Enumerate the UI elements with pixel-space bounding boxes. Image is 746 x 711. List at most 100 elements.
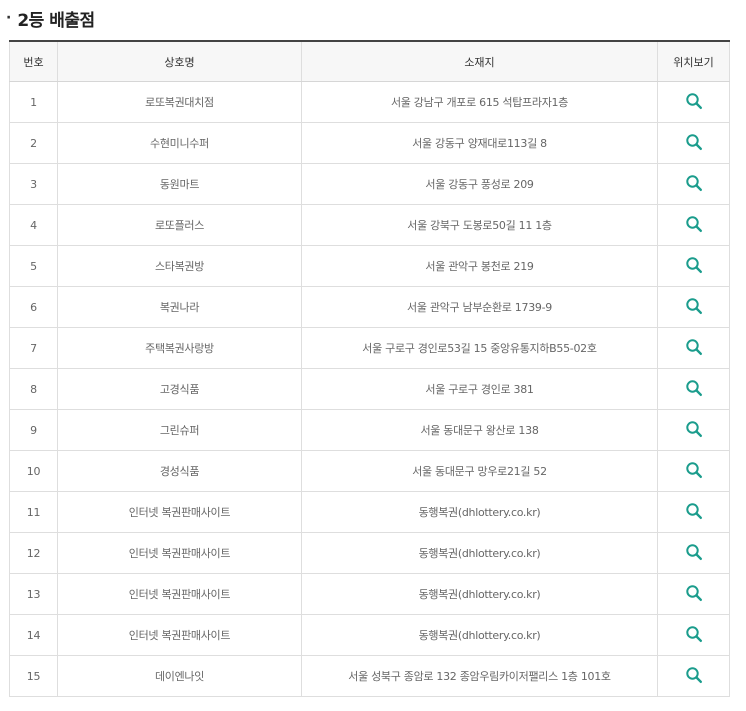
row-number: 7: [9, 327, 58, 369]
search-icon[interactable]: [685, 215, 703, 236]
store-address: 서울 강북구 도봉로50길 11 1층: [301, 204, 658, 246]
store-address: 서울 관악구 남부순환로 1739-9: [301, 286, 658, 328]
store-address: 서울 성북구 종암로 132 종암우림카이저팰리스 1층 101호: [301, 655, 658, 697]
store-address: 동행복권(dhlottery.co.kr): [301, 614, 658, 656]
table-row: 4 로또플러스 서울 강북구 도봉로50길 11 1층: [9, 204, 730, 246]
header-name: 상호명: [57, 40, 302, 82]
store-name: 스타복권방: [57, 245, 302, 287]
row-number: 9: [9, 409, 58, 451]
row-number: 6: [9, 286, 58, 328]
row-number: 3: [9, 163, 58, 205]
store-name: 로또복권대치점: [57, 81, 302, 123]
store-address: 서울 동대문구 망우로21길 52: [301, 450, 658, 492]
search-icon[interactable]: [685, 379, 703, 400]
search-icon[interactable]: [685, 461, 703, 482]
store-address: 서울 강동구 풍성로 209: [301, 163, 658, 205]
store-name: 복권나라: [57, 286, 302, 328]
location-cell: [657, 614, 730, 656]
location-cell: [657, 573, 730, 615]
store-name: 인터넷 복권판매사이트: [57, 532, 302, 574]
table-header-row: 번호 상호명 소재지 위치보기: [9, 40, 730, 82]
row-number: 4: [9, 204, 58, 246]
location-cell: [657, 286, 730, 328]
row-number: 5: [9, 245, 58, 287]
table-row: 2 수현미니수퍼 서울 강동구 양재대로113길 8: [9, 122, 730, 164]
heading-bullet: ·: [6, 10, 12, 26]
table-row: 7 주택복권사랑방 서울 구로구 경인로53길 15 중앙유통지하B55-02호: [9, 327, 730, 369]
search-icon[interactable]: [685, 543, 703, 564]
search-icon[interactable]: [685, 666, 703, 687]
store-name: 데이엔나잇: [57, 655, 302, 697]
store-address: 서울 구로구 경인로 381: [301, 368, 658, 410]
location-cell: [657, 368, 730, 410]
search-icon[interactable]: [685, 625, 703, 646]
store-name: 인터넷 복권판매사이트: [57, 614, 302, 656]
location-cell: [657, 409, 730, 451]
header-address: 소재지: [301, 40, 658, 82]
store-name: 수현미니수퍼: [57, 122, 302, 164]
search-icon[interactable]: [685, 420, 703, 441]
row-number: 8: [9, 368, 58, 410]
search-icon[interactable]: [685, 338, 703, 359]
location-cell: [657, 122, 730, 164]
table-row: 14 인터넷 복권판매사이트 동행복권(dhlottery.co.kr): [9, 614, 730, 656]
location-cell: [657, 450, 730, 492]
search-icon[interactable]: [685, 584, 703, 605]
table-row: 6 복권나라 서울 관악구 남부순환로 1739-9: [9, 286, 730, 328]
store-name: 주택복권사랑방: [57, 327, 302, 369]
table-row: 11 인터넷 복권판매사이트 동행복권(dhlottery.co.kr): [9, 491, 730, 533]
row-number: 11: [9, 491, 58, 533]
location-cell: [657, 491, 730, 533]
store-address: 서울 관악구 봉천로 219: [301, 245, 658, 287]
location-cell: [657, 327, 730, 369]
store-name: 그린슈퍼: [57, 409, 302, 451]
store-name: 인터넷 복권판매사이트: [57, 573, 302, 615]
store-address: 동행복권(dhlottery.co.kr): [301, 532, 658, 574]
table-row: 12 인터넷 복권판매사이트 동행복권(dhlottery.co.kr): [9, 532, 730, 574]
store-address: 동행복권(dhlottery.co.kr): [301, 491, 658, 533]
table-row: 1 로또복권대치점 서울 강남구 개포로 615 석탑프라자1층: [9, 81, 730, 123]
table-row: 15 데이엔나잇 서울 성북구 종암로 132 종암우림카이저팰리스 1층 101호: [9, 655, 730, 697]
store-address: 서울 강동구 양재대로113길 8: [301, 122, 658, 164]
row-number: 2: [9, 122, 58, 164]
store-name: 고경식품: [57, 368, 302, 410]
row-number: 14: [9, 614, 58, 656]
search-icon[interactable]: [685, 502, 703, 523]
search-icon[interactable]: [685, 297, 703, 318]
location-cell: [657, 81, 730, 123]
search-icon[interactable]: [685, 133, 703, 154]
table-row: 13 인터넷 복권판매사이트 동행복권(dhlottery.co.kr): [9, 573, 730, 615]
store-name: 동원마트: [57, 163, 302, 205]
location-cell: [657, 532, 730, 574]
location-cell: [657, 245, 730, 287]
store-address: 서울 구로구 경인로53길 15 중앙유통지하B55-02호: [301, 327, 658, 369]
location-cell: [657, 163, 730, 205]
store-address: 동행복권(dhlottery.co.kr): [301, 573, 658, 615]
store-name: 로또플러스: [57, 204, 302, 246]
row-number: 13: [9, 573, 58, 615]
row-number: 12: [9, 532, 58, 574]
row-number: 10: [9, 450, 58, 492]
winning-stores-table: 번호 상호명 소재지 위치보기 1 로또복권대치점 서울 강남구 개포로 615 석…: [9, 40, 730, 697]
store-name: 인터넷 복권판매사이트: [57, 491, 302, 533]
table-row: 3 동원마트 서울 강동구 풍성로 209: [9, 163, 730, 205]
search-icon[interactable]: [685, 174, 703, 195]
table-row: 5 스타복권방 서울 관악구 봉천로 219: [9, 245, 730, 287]
table-body: 1 로또복권대치점 서울 강남구 개포로 615 석탑프라자1층 2 수현미니수퍼 서울 …: [9, 81, 730, 697]
row-number: 15: [9, 655, 58, 697]
header-location: 위치보기: [657, 40, 730, 82]
section-heading: · 2등 배출점: [6, 4, 95, 32]
search-icon[interactable]: [685, 256, 703, 277]
location-cell: [657, 204, 730, 246]
store-address: 서울 강남구 개포로 615 석탑프라자1층: [301, 81, 658, 123]
page: · 2등 배출점 번호 상호명 소재지 위치보기 1 로또복권대치점 서울 강남구 …: [0, 0, 746, 711]
location-cell: [657, 655, 730, 697]
section-title: 2등 배출점: [17, 10, 95, 31]
store-address: 서울 동대문구 왕산로 138: [301, 409, 658, 451]
table-row: 8 고경식품 서울 구로구 경인로 381: [9, 368, 730, 410]
search-icon[interactable]: [685, 92, 703, 113]
header-no: 번호: [9, 40, 58, 82]
table-row: 10 경성식품 서울 동대문구 망우로21길 52: [9, 450, 730, 492]
table-row: 9 그린슈퍼 서울 동대문구 왕산로 138: [9, 409, 730, 451]
row-number: 1: [9, 81, 58, 123]
